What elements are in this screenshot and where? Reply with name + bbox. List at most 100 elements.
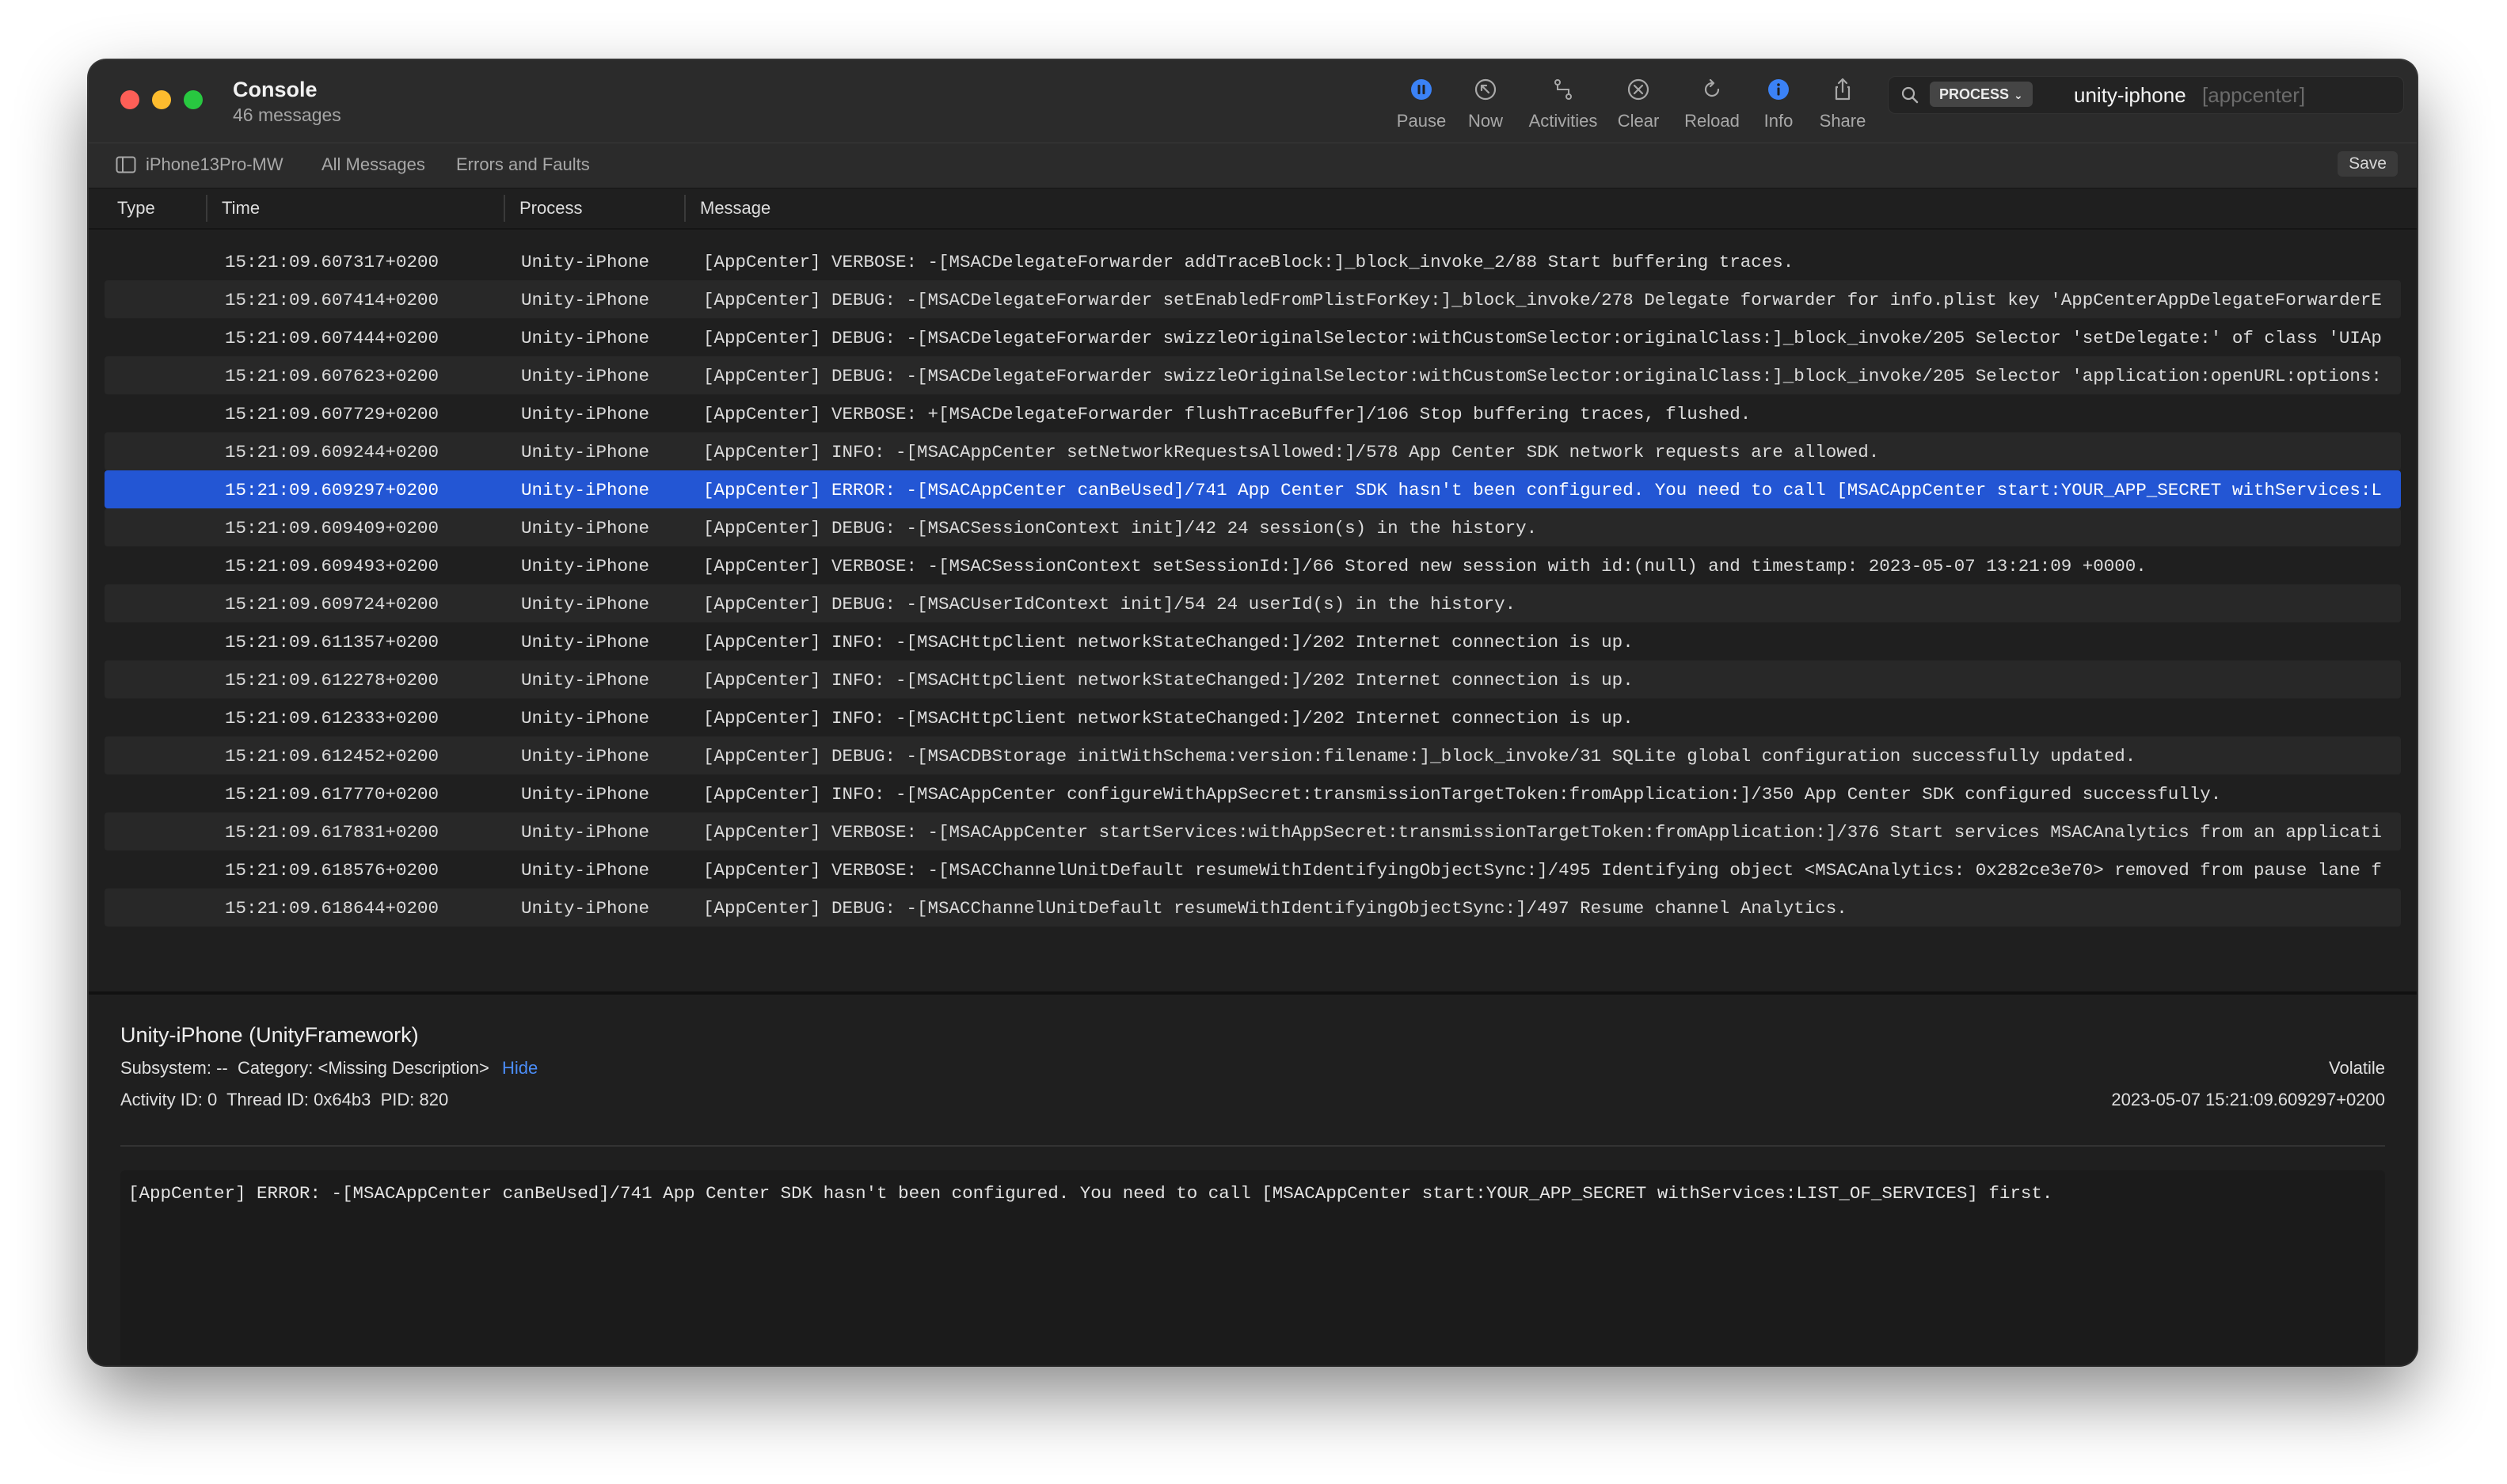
activity-label: Activity ID: — [120, 1090, 203, 1109]
reload-button[interactable]: Reload — [1672, 76, 1752, 131]
detail-panel: Unity-iPhone (UnityFramework) Subsystem:… — [89, 995, 2417, 1365]
pause-button[interactable]: Pause — [1386, 76, 1457, 131]
log-row[interactable]: 15:21:09.612333+0200 Unity-iPhone [AppCent… — [105, 698, 2401, 736]
reload-icon — [1704, 78, 1720, 97]
minimize-window-button[interactable] — [152, 90, 171, 109]
share-icon — [1835, 78, 1851, 101]
message-count: 46 messages — [233, 105, 341, 125]
log-row[interactable]: 15:21:09.609244+0200 Unity-iPhone [AppCent… — [105, 432, 2401, 470]
log-process: Unity-iPhone — [521, 632, 650, 653]
activities-icon — [1554, 79, 1572, 100]
search-icon — [1901, 86, 1919, 104]
log-message: [AppCenter] DEBUG: -[MSACSessionContext … — [703, 518, 1538, 538]
log-row[interactable]: 15:21:09.611357+0200 Unity-iPhone [AppCent… — [105, 622, 2401, 660]
info-button[interactable]: Info — [1747, 76, 1810, 131]
chevron-down-icon: ⌄ — [2014, 89, 2023, 101]
log-row[interactable]: 15:21:09.607729+0200 Unity-iPhone [AppCent… — [105, 394, 2401, 432]
log-process: Unity-iPhone — [521, 442, 650, 462]
errors-faults-filter[interactable]: Errors and Faults — [456, 154, 590, 175]
detail-message-box[interactable]: [AppCenter] ERROR: -[MSACAppCenter canBe… — [120, 1170, 2385, 1365]
log-row[interactable]: 15:21:09.618576+0200 Unity-iPhone [AppCent… — [105, 850, 2401, 888]
share-button[interactable]: Share — [1807, 76, 1878, 131]
close-window-button[interactable] — [120, 90, 139, 109]
log-message: [AppCenter] DEBUG: -[MSACDBStorage initW… — [703, 746, 2136, 767]
app-title: Console — [233, 78, 318, 101]
device-selector[interactable]: iPhone13Pro-MW — [146, 154, 283, 175]
process-filter-value[interactable]: unity-iphone — [2074, 83, 2186, 108]
now-label: Now — [1467, 111, 1503, 131]
clear-button[interactable]: Clear — [1603, 76, 1674, 131]
activities-label: Activities — [1528, 111, 1598, 131]
log-list[interactable]: 15:21:09.607317+0200 Unity-iPhone [AppCent… — [105, 230, 2401, 996]
activities-button[interactable]: Activities — [1516, 76, 1611, 131]
column-divider[interactable] — [504, 195, 505, 222]
subsystem-label: Subsystem: — [120, 1058, 211, 1078]
column-time[interactable]: Time — [222, 198, 260, 219]
log-time: 15:21:09.612333+0200 — [225, 708, 439, 729]
column-type[interactable]: Type — [117, 198, 155, 219]
sidebar-toggle-icon[interactable] — [116, 156, 136, 173]
log-row[interactable]: 15:21:09.607623+0200 Unity-iPhone [AppCent… — [105, 356, 2401, 394]
log-message: [AppCenter] DEBUG: -[MSACChannelUnitDefa… — [703, 898, 1847, 919]
log-time: 15:21:09.612452+0200 — [225, 746, 439, 767]
all-messages-filter[interactable]: All Messages — [321, 154, 425, 175]
process-filter-token[interactable]: PROCESS ⌄ — [1930, 82, 2033, 107]
log-message: [AppCenter] VERBOSE: -[MSACChannelUnitDe… — [703, 860, 2382, 881]
log-message: [AppCenter] INFO: -[MSACAppCenter setNet… — [703, 442, 1880, 462]
clear-label: Clear — [1617, 111, 1660, 131]
log-message: [AppCenter] VERBOSE: +[MSACDelegateForwa… — [703, 404, 1752, 424]
log-time: 15:21:09.618576+0200 — [225, 860, 439, 881]
log-row[interactable]: 15:21:09.607414+0200 Unity-iPhone [AppCent… — [105, 280, 2401, 318]
log-time: 15:21:09.609297+0200 — [225, 480, 439, 500]
log-process: Unity-iPhone — [521, 670, 650, 691]
detail-timestamp: 2023-05-07 15:21:09.609297+0200 — [2111, 1090, 2385, 1109]
zoom-window-button[interactable] — [184, 90, 203, 109]
detail-title: Unity-iPhone (UnityFramework) — [120, 1023, 419, 1047]
column-divider[interactable] — [206, 195, 207, 222]
column-message[interactable]: Message — [700, 198, 770, 219]
detail-separator — [120, 1145, 2385, 1147]
log-process: Unity-iPhone — [521, 860, 650, 881]
detail-message[interactable]: [AppCenter] ERROR: -[MSACAppCenter canBe… — [128, 1183, 2052, 1204]
log-row[interactable]: 15:21:09.607444+0200 Unity-iPhone [AppCent… — [105, 318, 2401, 356]
log-row[interactable]: 15:21:09.617770+0200 Unity-iPhone [AppCent… — [105, 774, 2401, 812]
log-time: 15:21:09.618644+0200 — [225, 898, 439, 919]
log-process: Unity-iPhone — [521, 480, 650, 500]
column-divider[interactable] — [684, 195, 686, 222]
console-window: Console 46 messages Pause Now Activities… — [89, 60, 2417, 1365]
log-time: 15:21:09.612278+0200 — [225, 670, 439, 691]
log-row[interactable]: 15:21:09.618644+0200 Unity-iPhone [AppCent… — [105, 888, 2401, 927]
log-process: Unity-iPhone — [521, 366, 650, 386]
hide-link[interactable]: Hide — [502, 1058, 538, 1078]
log-row[interactable]: 15:21:09.609409+0200 Unity-iPhone [AppCent… — [105, 508, 2401, 546]
log-message: [AppCenter] INFO: -[MSACHttpClient netwo… — [703, 632, 1634, 653]
log-time: 15:21:09.607729+0200 — [225, 404, 439, 424]
info-icon — [1768, 79, 1789, 100]
log-process: Unity-iPhone — [521, 784, 650, 805]
log-process: Unity-iPhone — [521, 328, 650, 348]
save-button[interactable]: Save — [2338, 151, 2398, 177]
log-row[interactable]: 15:21:09.609493+0200 Unity-iPhone [AppCent… — [105, 546, 2401, 584]
log-time: 15:21:09.609244+0200 — [225, 442, 439, 462]
category-value: <Missing Description> — [318, 1058, 489, 1078]
log-row[interactable]: 15:21:09.612278+0200 Unity-iPhone [AppCent… — [105, 660, 2401, 698]
log-row[interactable]: 15:21:09.607317+0200 Unity-iPhone [AppCent… — [105, 242, 2401, 280]
log-row[interactable]: 15:21:09.609724+0200 Unity-iPhone [AppCent… — [105, 584, 2401, 622]
category-label: Category: — [237, 1058, 314, 1078]
now-button[interactable]: Now — [1454, 76, 1517, 131]
log-process: Unity-iPhone — [521, 898, 650, 919]
reload-label: Reload — [1684, 111, 1740, 131]
subsystem-value: -- — [216, 1058, 228, 1078]
log-message: [AppCenter] DEBUG: -[MSACDelegateForward… — [703, 366, 2382, 386]
clear-x-icon — [1627, 78, 1649, 101]
log-process: Unity-iPhone — [521, 290, 650, 310]
log-row[interactable]: 15:21:09.617831+0200 Unity-iPhone [AppCent… — [105, 812, 2401, 850]
search-field[interactable]: PROCESS ⌄ unity-iphone — [1888, 76, 2404, 114]
log-row-selected[interactable]: 15:21:09.609297+0200 Unity-iPhone [AppCent… — [105, 470, 2401, 508]
process-token-label: PROCESS — [1939, 86, 2010, 102]
column-process[interactable]: Process — [519, 198, 582, 219]
log-row[interactable]: 15:21:09.612452+0200 Unity-iPhone [AppCent… — [105, 736, 2401, 774]
log-process: Unity-iPhone — [521, 252, 650, 272]
now-arrow-icon — [1474, 78, 1497, 101]
search-input[interactable] — [2202, 82, 2392, 108]
